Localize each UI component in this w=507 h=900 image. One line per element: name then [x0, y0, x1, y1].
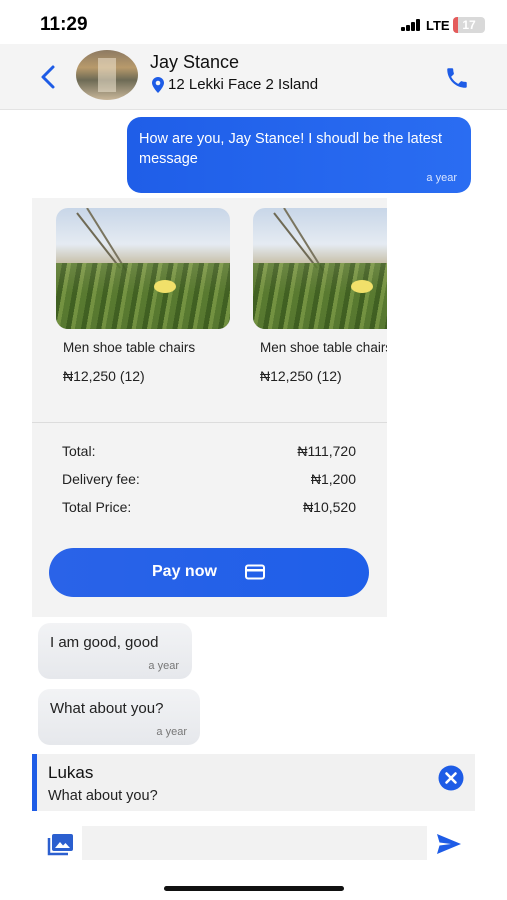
product-price: ₦12,250 (12) — [63, 368, 145, 384]
delivery-fee-value: ₦1,200 — [310, 471, 356, 487]
status-bar: 11:29 LTE 17 — [0, 0, 507, 44]
back-arrow-icon[interactable] — [38, 64, 60, 90]
send-icon[interactable] — [436, 833, 462, 855]
location-pin-icon — [152, 77, 164, 93]
delivery-fee-row: Delivery fee: ₦1,200 — [62, 471, 356, 487]
battery-icon: 17 — [453, 17, 485, 33]
reply-accent-bar — [32, 754, 37, 811]
total-price-row: Total Price: ₦10,520 — [62, 499, 356, 515]
outgoing-message[interactable]: How are you, Jay Stance! I shoudl be the… — [127, 117, 471, 193]
signal-icon — [401, 19, 421, 31]
phone-icon[interactable] — [443, 65, 471, 91]
total-price-label: Total Price: — [62, 499, 132, 515]
product-image — [56, 208, 230, 329]
reply-preview: Lukas What about you? — [32, 754, 475, 811]
reply-text: What about you? — [48, 788, 158, 804]
message-time: a year — [156, 726, 187, 738]
close-icon[interactable] — [438, 765, 464, 791]
delivery-fee-label: Delivery fee: — [62, 471, 140, 487]
credit-card-icon — [245, 564, 265, 580]
pay-now-label: Pay now — [152, 563, 217, 580]
product-card[interactable]: Men shoe table chairs ₦12,250 (12) — [253, 208, 387, 384]
incoming-message[interactable]: What about you? a year — [38, 689, 200, 745]
total-value: ₦111,720 — [297, 443, 356, 459]
product-image — [253, 208, 387, 329]
message-text: I am good, good — [50, 634, 159, 651]
order-summary-card: Men shoe table chairs ₦12,250 (12) Men s… — [32, 198, 387, 617]
contact-address: 12 Lekki Face 2 Island — [168, 76, 319, 93]
product-name: Men shoe table chairs — [260, 340, 387, 355]
gallery-icon[interactable] — [47, 834, 73, 856]
home-indicator — [164, 886, 344, 891]
avatar[interactable] — [76, 50, 138, 100]
total-row: Total: ₦111,720 — [62, 443, 356, 459]
total-label: Total: — [62, 443, 96, 459]
status-time: 11:29 — [40, 14, 88, 35]
incoming-message[interactable]: I am good, good a year — [38, 623, 192, 679]
message-text: What about you? — [50, 700, 164, 717]
product-name: Men shoe table chairs — [63, 340, 196, 355]
message-text: How are you, Jay Stance! I shoudl be the… — [139, 131, 443, 167]
contact-name: Jay Stance — [150, 52, 240, 72]
message-input[interactable] — [82, 826, 427, 860]
product-card[interactable]: Men shoe table chairs ₦12,250 (12) — [56, 208, 230, 384]
pay-now-button[interactable]: Pay now — [49, 548, 369, 597]
battery-level: 17 — [462, 18, 476, 32]
message-time: a year — [148, 660, 179, 672]
network-label: LTE — [426, 18, 450, 33]
chat-header: Jay Stance 12 Lekki Face 2 Island — [0, 44, 507, 110]
reply-author: Lukas — [48, 763, 94, 782]
product-price: ₦12,250 (12) — [260, 368, 342, 384]
divider — [32, 422, 387, 423]
total-price-value: ₦10,520 — [303, 499, 356, 515]
message-time: a year — [426, 172, 457, 184]
